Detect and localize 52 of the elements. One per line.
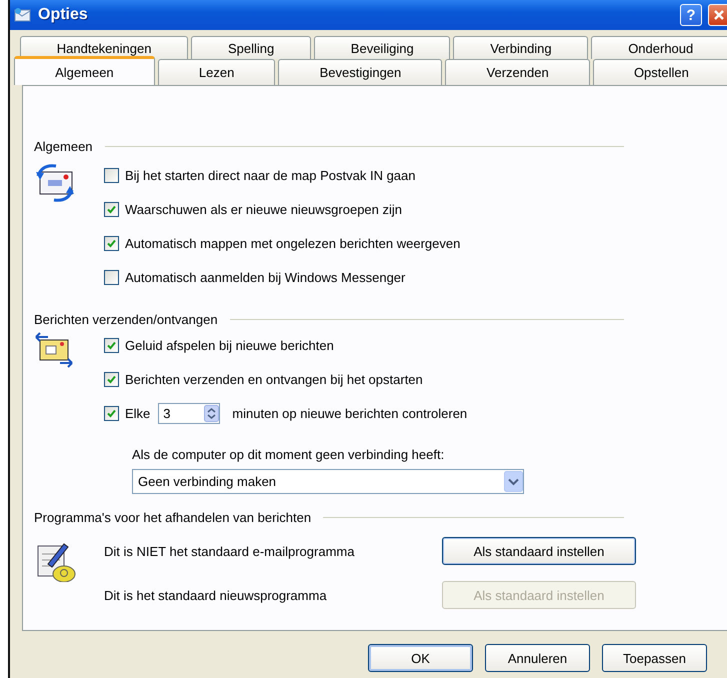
tab[interactable]: Beveiliging — [314, 36, 450, 59]
checkbox[interactable] — [104, 406, 119, 420]
status-text: Dit is NIET het standaard e-mailprogramma — [104, 544, 356, 558]
tab[interactable]: Lezen — [158, 59, 276, 85]
note-text: Als de computer op dit moment geen verbinding heeft: — [132, 446, 446, 463]
sync-mail-icon — [34, 162, 76, 204]
tab[interactable]: Bevestigingen — [278, 59, 442, 85]
tab[interactable]: Verbinding — [453, 36, 588, 59]
interval-label: minuten op nieuwe berichten controleren — [232, 406, 468, 420]
close-icon — [713, 9, 725, 21]
checkbox[interactable] — [104, 372, 119, 386]
tab[interactable]: Verzenden — [445, 59, 590, 85]
field-value: 3 — [163, 406, 171, 420]
checkbox-label: Automatisch aanmelden bij Windows Messenger — [125, 270, 406, 284]
checkbox-label: Berichten verzenden en ontvangen bij het opstarten — [125, 372, 423, 386]
group-title: Algemeen — [34, 138, 93, 154]
tab[interactable]: Opstellen — [592, 59, 727, 85]
app-icon — [14, 7, 32, 23]
check-icon — [107, 340, 116, 350]
dialog-button[interactable]: Toepassen — [602, 644, 707, 672]
dropdown[interactable]: Geen verbinding maken — [132, 469, 524, 494]
dropdown-value: Geen verbinding maken — [138, 474, 276, 489]
check-icon — [107, 374, 116, 384]
tab[interactable]: Algemeen — [14, 56, 155, 85]
tab[interactable]: Handtekeningen — [20, 36, 188, 59]
check-icon — [107, 408, 116, 418]
group-title: Programma's voor het afhandelen van berichten — [34, 510, 312, 524]
check-icon — [107, 204, 116, 214]
dialog-button[interactable]: Annuleren — [485, 644, 590, 672]
checkbox[interactable] — [104, 168, 119, 182]
chevron-down-icon — [504, 471, 523, 492]
tab[interactable]: Spelling — [191, 36, 312, 59]
dialog-button[interactable]: OK — [368, 644, 473, 672]
spinner-icon — [204, 404, 220, 422]
status-text: Dit is het standaard nieuwsprogramma — [104, 588, 328, 602]
set-default-button[interactable]: Als standaard instellen — [442, 537, 636, 565]
checkbox[interactable] — [104, 338, 119, 352]
checkbox[interactable] — [104, 236, 119, 250]
checkbox-label: Bij het starten direct naar de map Postvak IN gaan — [125, 168, 416, 182]
checkbox-label: Geluid afspelen bij nieuwe berichten — [125, 338, 334, 352]
checkbox-label: Automatisch mappen met ongelezen berichten weergeven — [125, 236, 460, 250]
checkbox-label: Elke — [125, 406, 150, 420]
tab[interactable]: Onderhoud — [591, 36, 727, 59]
window-title: Opties — [38, 6, 88, 24]
group-title: Berichten verzenden/ontvangen — [34, 312, 218, 326]
checkbox[interactable] — [104, 270, 119, 284]
check-icon — [107, 238, 116, 248]
checkbox-label: Waarschuwen als er nieuwe nieuwsgroepen zijn — [125, 202, 402, 216]
number-field[interactable]: 3 — [158, 402, 220, 424]
close-button[interactable] — [708, 4, 727, 26]
help-button[interactable]: ? — [680, 4, 702, 26]
checkbox[interactable] — [104, 202, 119, 216]
